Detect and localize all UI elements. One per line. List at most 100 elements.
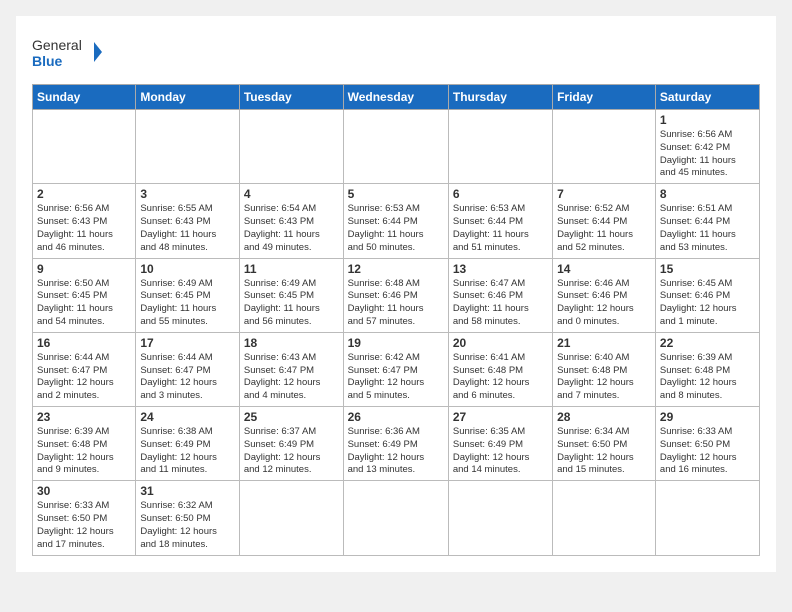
day-number: 13 — [453, 262, 548, 276]
day-info: Sunrise: 6:38 AM Sunset: 6:49 PM Dayligh… — [140, 426, 235, 477]
day-number: 28 — [557, 410, 651, 424]
header: General Blue — [32, 32, 760, 74]
calendar-cell — [136, 110, 240, 184]
calendar: SundayMondayTuesdayWednesdayThursdayFrid… — [32, 84, 760, 556]
calendar-cell: 13 Sunrise: 6:47 AM Sunset: 6:46 PM Dayli… — [448, 258, 552, 332]
day-info: Sunrise: 6:56 AM Sunset: 6:43 PM Dayligh… — [37, 203, 131, 254]
calendar-cell — [343, 481, 448, 555]
day-number: 10 — [140, 262, 235, 276]
day-info: Sunrise: 6:39 AM Sunset: 6:48 PM Dayligh… — [37, 426, 131, 477]
day-number: 5 — [348, 187, 444, 201]
day-number: 14 — [557, 262, 651, 276]
day-number: 11 — [244, 262, 339, 276]
day-info: Sunrise: 6:46 AM Sunset: 6:46 PM Dayligh… — [557, 278, 651, 329]
day-info: Sunrise: 6:47 AM Sunset: 6:46 PM Dayligh… — [453, 278, 548, 329]
day-info: Sunrise: 6:33 AM Sunset: 6:50 PM Dayligh… — [37, 500, 131, 551]
calendar-cell: 15 Sunrise: 6:45 AM Sunset: 6:46 PM Dayli… — [655, 258, 759, 332]
calendar-cell: 30Sunrise: 6:33 AM Sunset: 6:50 PM Dayli… — [33, 481, 136, 555]
weekday-friday: Friday — [553, 85, 656, 110]
calendar-cell: 11Sunrise: 6:49 AM Sunset: 6:45 PM Dayli… — [239, 258, 343, 332]
day-number: 26 — [348, 410, 444, 424]
calendar-cell: 23 Sunrise: 6:39 AM Sunset: 6:48 PM Dayli… — [33, 407, 136, 481]
weekday-wednesday: Wednesday — [343, 85, 448, 110]
calendar-cell — [553, 481, 656, 555]
svg-text:General: General — [32, 37, 82, 53]
calendar-cell: 12Sunrise: 6:48 AM Sunset: 6:46 PM Dayli… — [343, 258, 448, 332]
day-info: Sunrise: 6:45 AM Sunset: 6:46 PM Dayligh… — [660, 278, 755, 329]
calendar-cell: 20Sunrise: 6:41 AM Sunset: 6:48 PM Dayli… — [448, 332, 552, 406]
calendar-cell — [239, 481, 343, 555]
day-info: Sunrise: 6:34 AM Sunset: 6:50 PM Dayligh… — [557, 426, 651, 477]
weekday-sunday: Sunday — [33, 85, 136, 110]
calendar-cell — [448, 481, 552, 555]
day-number: 18 — [244, 336, 339, 350]
calendar-cell: 21 Sunrise: 6:40 AM Sunset: 6:48 PM Dayli… — [553, 332, 656, 406]
calendar-cell — [448, 110, 552, 184]
day-number: 1 — [660, 113, 755, 127]
calendar-cell: 14 Sunrise: 6:46 AM Sunset: 6:46 PM Dayli… — [553, 258, 656, 332]
day-info: Sunrise: 6:53 AM Sunset: 6:44 PM Dayligh… — [453, 203, 548, 254]
calendar-cell — [553, 110, 656, 184]
calendar-cell: 6 Sunrise: 6:53 AM Sunset: 6:44 PM Daylig… — [448, 184, 552, 258]
day-info: Sunrise: 6:42 AM Sunset: 6:47 PM Dayligh… — [348, 352, 444, 403]
day-info: Sunrise: 6:43 AM Sunset: 6:47 PM Dayligh… — [244, 352, 339, 403]
day-number: 6 — [453, 187, 548, 201]
calendar-cell: 28 Sunrise: 6:34 AM Sunset: 6:50 PM Dayli… — [553, 407, 656, 481]
calendar-cell: 16Sunrise: 6:44 AM Sunset: 6:47 PM Dayli… — [33, 332, 136, 406]
calendar-cell: 10 Sunrise: 6:49 AM Sunset: 6:45 PM Dayli… — [136, 258, 240, 332]
calendar-cell: 22Sunrise: 6:39 AM Sunset: 6:48 PM Dayli… — [655, 332, 759, 406]
weekday-monday: Monday — [136, 85, 240, 110]
weekday-tuesday: Tuesday — [239, 85, 343, 110]
calendar-cell: 18 Sunrise: 6:43 AM Sunset: 6:47 PM Dayli… — [239, 332, 343, 406]
calendar-cell: 8 Sunrise: 6:51 AM Sunset: 6:44 PM Daylig… — [655, 184, 759, 258]
calendar-cell: 9Sunrise: 6:50 AM Sunset: 6:45 PM Daylig… — [33, 258, 136, 332]
day-number: 9 — [37, 262, 131, 276]
day-info: Sunrise: 6:54 AM Sunset: 6:43 PM Dayligh… — [244, 203, 339, 254]
day-number: 19 — [348, 336, 444, 350]
weekday-saturday: Saturday — [655, 85, 759, 110]
day-number: 8 — [660, 187, 755, 201]
day-number: 16 — [37, 336, 131, 350]
day-info: Sunrise: 6:55 AM Sunset: 6:43 PM Dayligh… — [140, 203, 235, 254]
day-info: Sunrise: 6:32 AM Sunset: 6:50 PM Dayligh… — [140, 500, 235, 551]
week-row-6: 30Sunrise: 6:33 AM Sunset: 6:50 PM Dayli… — [33, 481, 760, 555]
calendar-cell — [343, 110, 448, 184]
calendar-cell: 29Sunrise: 6:33 AM Sunset: 6:50 PM Dayli… — [655, 407, 759, 481]
day-info: Sunrise: 6:39 AM Sunset: 6:48 PM Dayligh… — [660, 352, 755, 403]
day-info: Sunrise: 6:51 AM Sunset: 6:44 PM Dayligh… — [660, 203, 755, 254]
day-info: Sunrise: 6:37 AM Sunset: 6:49 PM Dayligh… — [244, 426, 339, 477]
day-number: 15 — [660, 262, 755, 276]
day-info: Sunrise: 6:44 AM Sunset: 6:47 PM Dayligh… — [140, 352, 235, 403]
day-number: 31 — [140, 484, 235, 498]
logo: General Blue — [32, 32, 102, 74]
day-info: Sunrise: 6:49 AM Sunset: 6:45 PM Dayligh… — [140, 278, 235, 329]
calendar-cell — [239, 110, 343, 184]
day-info: Sunrise: 6:48 AM Sunset: 6:46 PM Dayligh… — [348, 278, 444, 329]
day-info: Sunrise: 6:52 AM Sunset: 6:44 PM Dayligh… — [557, 203, 651, 254]
calendar-cell: 2Sunrise: 6:56 AM Sunset: 6:43 PM Daylig… — [33, 184, 136, 258]
day-number: 21 — [557, 336, 651, 350]
day-number: 29 — [660, 410, 755, 424]
day-number: 7 — [557, 187, 651, 201]
week-row-5: 23 Sunrise: 6:39 AM Sunset: 6:48 PM Dayli… — [33, 407, 760, 481]
calendar-cell: 4Sunrise: 6:54 AM Sunset: 6:43 PM Daylig… — [239, 184, 343, 258]
svg-text:Blue: Blue — [32, 53, 63, 69]
day-info: Sunrise: 6:36 AM Sunset: 6:49 PM Dayligh… — [348, 426, 444, 477]
day-info: Sunrise: 6:35 AM Sunset: 6:49 PM Dayligh… — [453, 426, 548, 477]
calendar-cell: 17 Sunrise: 6:44 AM Sunset: 6:47 PM Dayli… — [136, 332, 240, 406]
calendar-cell: 7 Sunrise: 6:52 AM Sunset: 6:44 PM Daylig… — [553, 184, 656, 258]
week-row-1: 1 Sunrise: 6:56 AM Sunset: 6:42 PM Daylig… — [33, 110, 760, 184]
day-info: Sunrise: 6:53 AM Sunset: 6:44 PM Dayligh… — [348, 203, 444, 254]
weekday-header-row: SundayMondayTuesdayWednesdayThursdayFrid… — [33, 85, 760, 110]
logo-svg: General Blue — [32, 32, 102, 74]
day-info: Sunrise: 6:40 AM Sunset: 6:48 PM Dayligh… — [557, 352, 651, 403]
calendar-cell: 31 Sunrise: 6:32 AM Sunset: 6:50 PM Dayli… — [136, 481, 240, 555]
day-info: Sunrise: 6:56 AM Sunset: 6:42 PM Dayligh… — [660, 129, 755, 180]
calendar-cell: 25Sunrise: 6:37 AM Sunset: 6:49 PM Dayli… — [239, 407, 343, 481]
day-number: 23 — [37, 410, 131, 424]
calendar-cell — [655, 481, 759, 555]
day-number: 17 — [140, 336, 235, 350]
day-number: 20 — [453, 336, 548, 350]
weekday-thursday: Thursday — [448, 85, 552, 110]
calendar-cell: 26 Sunrise: 6:36 AM Sunset: 6:49 PM Dayli… — [343, 407, 448, 481]
